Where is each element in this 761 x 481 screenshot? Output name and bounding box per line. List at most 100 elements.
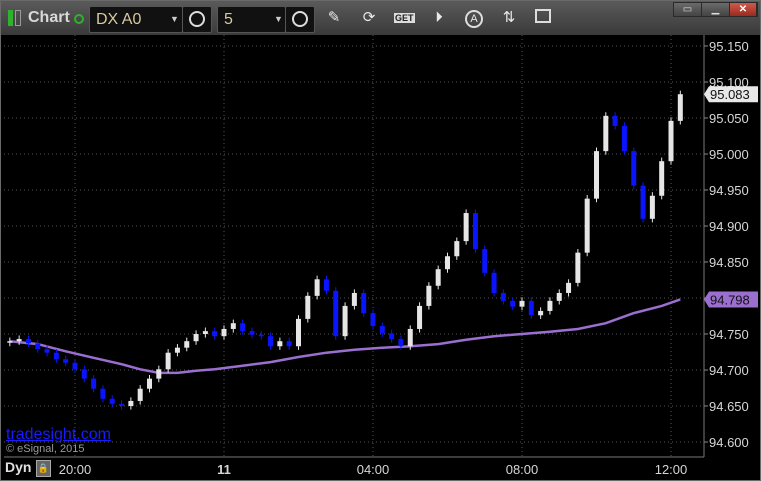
candle-body [314,279,320,296]
interval-value: 5 [224,11,233,28]
price-tick-label: 94.900 [709,219,749,234]
candle-body [305,295,311,319]
candle-body [323,279,329,291]
chevron-down-icon[interactable]: ▼ [274,14,283,24]
candle[interactable] [603,112,609,155]
candle[interactable] [342,302,348,340]
minimize-icon: ▁ [711,4,720,15]
close-window-button[interactable]: ✕ [729,2,757,17]
candle-body [538,310,544,316]
time-axis[interactable]: 20:00 11 04:00 08:00 12:00 [59,462,688,477]
candle[interactable] [631,147,637,190]
play-icon[interactable]: ⏵ [429,9,449,27]
get-icon[interactable]: GET [394,9,415,27]
candle-body [389,333,395,340]
candle[interactable] [426,282,432,310]
candle-body [547,300,553,311]
candle-body [677,94,683,121]
candle-body [659,161,665,196]
candle-body [147,378,152,389]
candle-body [100,388,106,399]
candle-body [53,352,59,360]
candle-body [575,252,581,283]
candle-body [482,249,488,273]
candle-body [230,323,236,329]
candle[interactable] [407,325,413,350]
candle-body [221,328,227,337]
tradesight-link[interactable]: tradesight.com [6,426,111,444]
chart-grip-icon[interactable] [8,10,21,26]
candle-body [472,213,478,250]
price-tick-label: 94.700 [709,363,749,378]
candle-body [286,341,292,347]
comment-icon[interactable] [533,9,553,27]
minimize-button[interactable]: ▁ [701,2,730,17]
interval-input[interactable]: 5 ▼ [217,6,286,33]
candle[interactable] [296,315,301,350]
candle-body [119,403,125,406]
candle-body [72,362,78,370]
candle[interactable] [659,157,665,200]
candle[interactable] [649,192,655,223]
candle[interactable] [491,269,497,297]
ma-value-tag: 94.798 [704,291,758,308]
candle-body [621,125,627,152]
candle[interactable] [417,302,423,333]
price-chart[interactable]: 95.15095.10095.05095.00094.95094.90094.8… [1,1,760,480]
candle-body [491,272,497,293]
lock-icon[interactable]: 🔒 [36,460,51,477]
candle-body [426,285,432,306]
candle[interactable] [482,245,488,277]
time-tick-label: 04:00 [357,462,390,477]
candle-body [258,334,264,337]
dynamic-mode-label[interactable]: Dyn [5,459,31,475]
alert-label: A [465,10,483,28]
candle[interactable] [575,249,581,287]
interval-clock-button[interactable] [285,6,315,33]
candle[interactable] [677,90,683,125]
candle-body [193,334,199,342]
candle-body [333,290,339,337]
chevron-down-icon[interactable]: ▼ [170,14,179,24]
candle[interactable] [305,292,311,323]
link-icon[interactable]: ⇅ [499,9,519,27]
candle[interactable] [361,289,367,317]
window-title: Chart [28,9,70,26]
time-tick-label: 12:00 [655,462,688,477]
alert-icon[interactable]: A [464,9,484,28]
plot-area[interactable] [4,35,704,456]
candle-body [435,269,441,286]
candle-body [91,378,97,389]
candle-body [398,339,404,347]
candle-body [640,185,646,219]
price-tick-label: 94.850 [709,255,749,270]
candle-body [165,352,171,370]
refresh-icon[interactable]: ⟳ [359,9,379,27]
candle[interactable] [594,147,599,203]
price-tick-label: 95.150 [709,39,749,54]
candle[interactable] [621,122,627,155]
chart-window: 95.150 95.100 95.050 95.000 94.950 94.900 94.8… [0,0,761,481]
candle[interactable] [668,117,674,165]
close-icon: ✕ [738,4,748,15]
symbol-value: DX A0 [96,11,142,28]
candle-body [370,313,376,327]
candle-body [25,339,31,344]
candle[interactable] [640,182,646,223]
candle-body [379,326,385,334]
get-label: GET [394,13,415,23]
dock-button[interactable]: ▭ [673,2,702,17]
time-tick-label: 20:00 [59,462,92,477]
candle-body [500,292,506,301]
candle[interactable] [463,209,469,245]
symbol-input[interactable]: DX A0 ▼ [89,6,183,33]
pencil-icon[interactable]: ✎ [324,9,344,27]
candle[interactable] [584,195,590,257]
connection-status-icon [74,14,84,24]
candle[interactable] [333,287,339,340]
candle-body [445,256,450,270]
candle-body [342,305,348,337]
candle-body [556,292,562,301]
symbol-settings-button[interactable] [182,6,212,33]
candle[interactable] [472,209,478,253]
